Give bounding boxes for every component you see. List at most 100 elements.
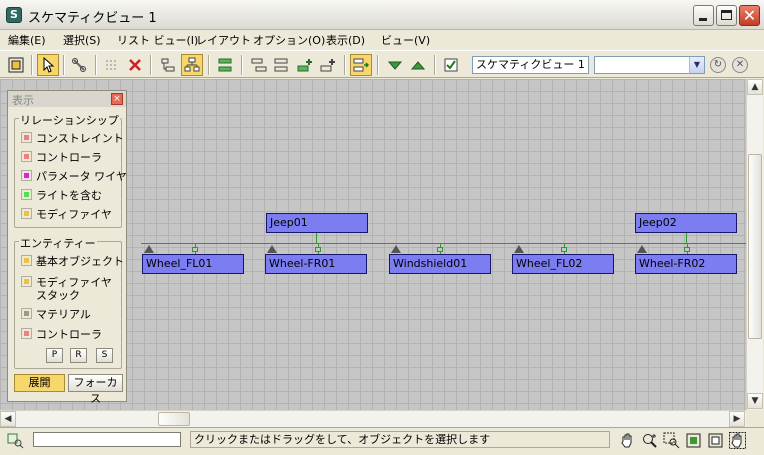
swatch-icon [21,276,32,287]
swatch-icon [21,189,32,200]
filter-s-button[interactable]: S [96,348,113,363]
collapse-icon [410,61,426,70]
status-bar: クリックまたはドラッグをして、オブジェクトを選択します [0,427,764,455]
select-by-name-icon[interactable] [7,432,24,449]
panel-title-bar[interactable]: 表示 × [8,91,126,107]
swatch-icon [21,151,32,162]
menu-list-view[interactable]: リスト ビュー(I) [117,32,198,48]
scroll-up-icon[interactable]: ▲ [747,79,763,95]
arrange-selected-button[interactable] [271,54,293,76]
node-wheel-fl01[interactable]: Wheel_FL01 [142,254,244,274]
hierarchy-wire [141,243,746,244]
filter-r-button[interactable]: R [70,348,87,363]
zoom-icon[interactable] [641,432,658,449]
free-all-button[interactable] [294,54,316,76]
collapse-triangle-icon[interactable] [514,245,524,253]
toggle-label: パラメータ ワイヤ [36,170,127,183]
scroll-down-icon[interactable]: ▼ [747,393,763,409]
display-floater-button[interactable] [5,54,27,76]
horizontal-scrollbar[interactable]: ◀ ▶ [0,410,746,427]
collapse-triangle-icon[interactable] [391,245,401,253]
status-input[interactable] [33,432,181,447]
hierarchy-mode-button[interactable] [157,54,179,76]
zoom-to-bookmark-button[interactable]: ↻ [710,57,726,73]
always-arrange-button[interactable] [214,54,236,76]
toggle-modifiers[interactable]: モディファイヤ [19,205,119,222]
bookmark-dropdown[interactable]: ▼ [594,56,705,74]
zoom-extents-icon[interactable] [685,432,702,449]
expand-selected-button[interactable] [384,54,406,76]
unlink-selected-button[interactable] [101,54,123,76]
menu-bar: 編集(E) 選択(S) リスト ビュー(I) レイアウト オプション(O) 表示… [0,30,764,49]
toggle-base-objects[interactable]: 基本オブジェクト [19,252,124,269]
toggle-label: スタック [36,289,80,302]
expand-button[interactable]: 展開 [14,374,65,392]
references-mode-button[interactable] [181,54,203,76]
zoom-region-icon[interactable] [663,432,680,449]
toolbar-separator [241,55,243,75]
view-name-field[interactable]: スケマティクビュー 1 [472,56,589,74]
arrange-selected-icon [274,58,288,72]
arrange-children-button[interactable] [248,54,270,76]
delete-objects-button[interactable] [124,54,146,76]
close-icon[interactable]: × [111,93,123,105]
swatch-icon [21,132,32,143]
swatch-icon [21,328,32,339]
node-wheel-fr02[interactable]: Wheel-FR02 [635,254,737,274]
zoom-extents-selected-icon[interactable] [707,432,724,449]
chevron-down-icon[interactable]: ▼ [689,57,704,73]
toggle-param-wires[interactable]: パラメータ ワイヤ [19,167,127,184]
menu-display[interactable]: 表示(D) [326,32,365,48]
link-icon [72,58,86,72]
horizontal-scroll-thumb[interactable] [158,412,190,426]
pan-hand-icon[interactable] [619,432,636,449]
vertical-scroll-thumb[interactable] [748,154,762,339]
cursor-icon [43,57,55,73]
node-jeep02[interactable]: Jeep02 [635,213,737,233]
filter-p-button[interactable]: P [46,348,63,363]
preferences-button[interactable] [440,54,462,76]
input-port [192,247,198,252]
toggle-constraints[interactable]: コンストレイント [19,129,124,146]
collapse-triangle-icon[interactable] [637,245,647,253]
menu-layout[interactable]: レイアウト [196,32,251,48]
toggle-materials[interactable]: マテリアル [19,305,119,322]
free-all-icon [297,59,312,72]
scroll-right-icon[interactable]: ▶ [729,411,745,427]
hierarchy-wire [316,233,317,243]
node-windshield01[interactable]: Windshield01 [389,254,491,274]
free-selected-icon [320,59,335,72]
toggle-light-inclusion[interactable]: ライトを含む [19,186,119,203]
menu-view[interactable]: ビュー(V) [381,32,430,48]
vertical-scrollbar[interactable]: ▲ ▼ [746,79,763,410]
node-wheel-fl02[interactable]: Wheel_FL02 [512,254,614,274]
toolbar-separator [95,55,97,75]
select-tool-button[interactable] [37,54,59,76]
move-children-button[interactable] [350,54,372,76]
toggle-modifier-stack[interactable]: モディファイヤ スタック [19,273,119,303]
free-selected-button[interactable] [317,54,339,76]
toolbar-separator [150,55,152,75]
collapse-triangle-icon[interactable] [267,245,277,253]
node-jeep01[interactable]: Jeep01 [266,213,368,233]
toggle-entity-controllers[interactable]: コントローラ [19,325,119,342]
checkbox-icon [444,58,458,72]
maximize-button[interactable] [716,5,737,26]
toggle-controllers[interactable]: コントローラ [19,148,119,165]
scroll-left-icon[interactable]: ◀ [0,411,16,427]
delete-bookmark-button[interactable]: ✕ [732,57,748,73]
menu-edit[interactable]: 編集(E) [8,32,46,48]
menu-select[interactable]: 選択(S) [63,32,101,48]
connect-button[interactable] [68,54,90,76]
go-icon: ↻ [713,59,723,70]
collapse-selected-button[interactable] [407,54,429,76]
close-button[interactable]: ✕ [739,5,760,26]
focus-button[interactable]: フォーカス [68,374,123,405]
minimize-button[interactable] [693,5,714,26]
input-port [315,247,321,252]
menu-options[interactable]: オプション(O) [253,32,325,48]
app-icon[interactable]: S [6,7,22,23]
node-wheel-fr01[interactable]: Wheel-FR01 [265,254,367,274]
pan-to-selected-icon[interactable] [729,432,746,449]
collapse-triangle-icon[interactable] [144,245,154,253]
